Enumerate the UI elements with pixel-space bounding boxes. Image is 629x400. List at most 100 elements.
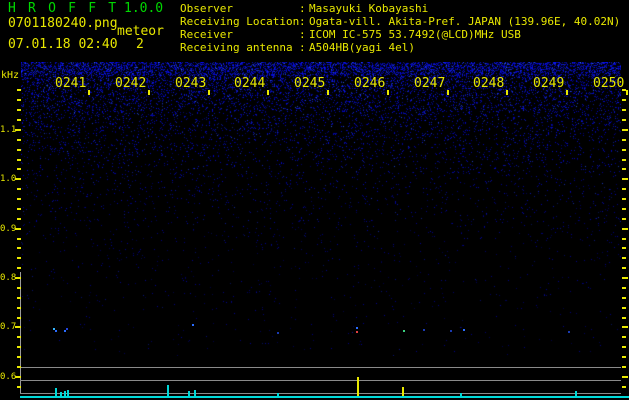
signal-level-gridline: [20, 393, 621, 394]
freq-major-tick-right: [622, 376, 628, 378]
freq-minor-tick-right: [622, 109, 626, 111]
freq-minor-tick: [17, 188, 21, 190]
signal-spike: [194, 390, 196, 396]
time-tick-label: 0245: [294, 76, 326, 91]
time-tick: [88, 90, 90, 95]
freq-minor-tick: [17, 386, 21, 388]
time-tick-label: 0243: [175, 76, 207, 91]
time-tick: [626, 90, 628, 95]
freq-minor-tick: [17, 99, 21, 101]
signal-spike: [575, 391, 577, 396]
time-tick: [148, 90, 150, 95]
freq-minor-tick-right: [622, 307, 626, 309]
freq-minor-tick-right: [622, 247, 626, 249]
freq-tick-label: 0.9: [0, 224, 17, 234]
freq-minor-tick-right: [622, 159, 626, 161]
meteor-signal-spike: [357, 377, 359, 396]
freq-minor-tick: [17, 238, 21, 240]
signal-level-gridline: [20, 380, 621, 381]
freq-minor-tick-right: [622, 336, 626, 338]
info-value: A504HB(yagi 4el): [309, 41, 415, 54]
info-label: Observer: [180, 2, 233, 15]
freq-minor-tick-right: [622, 149, 626, 151]
meteor-echo-marker: [64, 330, 66, 332]
info-row-location: Receiving Location : Ogata-vill. Akita-P…: [180, 16, 620, 28]
freq-minor-tick-right: [622, 119, 626, 121]
app-title: H R O F F T: [8, 1, 119, 16]
signal-spike: [67, 390, 69, 396]
info-separator: :: [299, 28, 306, 41]
axis-frame-line: [20, 272, 21, 393]
signal-spike: [188, 391, 190, 396]
freq-tick-label: 0.8: [0, 273, 17, 283]
meteor-signal-spike: [402, 387, 404, 396]
signal-spike: [55, 388, 57, 396]
freq-tick-label: 1.0: [0, 174, 17, 184]
freq-minor-tick-right: [622, 168, 626, 170]
hrofft-screen: 0241 0242 0243 0244 0245 0246 0247 0248 0249 0250…: [0, 0, 629, 400]
freq-major-tick: [15, 228, 21, 230]
freq-minor-tick: [17, 139, 21, 141]
meteor-echo-marker: [356, 331, 358, 333]
time-tick: [506, 90, 508, 95]
signal-level-baseline: [20, 396, 629, 398]
freq-major-tick: [15, 277, 21, 279]
freq-minor-tick: [17, 119, 21, 121]
time-tick: [566, 90, 568, 95]
freq-minor-tick: [17, 287, 21, 289]
freq-minor-tick: [17, 267, 21, 269]
freq-minor-tick-right: [622, 267, 626, 269]
freq-minor-tick-right: [622, 218, 626, 220]
freq-minor-tick-right: [622, 89, 626, 91]
time-tick-label: 0247: [414, 76, 446, 91]
info-separator: :: [299, 41, 306, 54]
freq-minor-tick: [17, 89, 21, 91]
time-tick-label: 0246: [354, 76, 386, 91]
freq-major-tick: [15, 129, 21, 131]
freq-minor-tick: [17, 317, 21, 319]
observation-datetime: 07.01.18 02:40: [8, 37, 118, 52]
freq-minor-tick-right: [622, 366, 626, 368]
time-tick: [208, 90, 210, 95]
freq-minor-tick-right: [622, 99, 626, 101]
time-tick: [387, 90, 389, 95]
spectrogram-noise-canvas: [21, 62, 621, 356]
signal-level-gridline: [20, 367, 621, 368]
time-tick-label: 0242: [115, 76, 147, 91]
time-tick: [267, 90, 269, 95]
freq-minor-tick: [17, 336, 21, 338]
time-tick-label: 0244: [234, 76, 266, 91]
freq-major-tick-right: [622, 129, 628, 131]
freq-minor-tick: [17, 168, 21, 170]
meteor-echo-marker: [423, 329, 425, 331]
freq-minor-tick: [17, 297, 21, 299]
time-tick: [327, 90, 329, 95]
info-row-antenna: Receiving antenna : A504HB(yagi 4el): [180, 42, 415, 54]
info-row-observer: Observer : Masayuki Kobayashi: [180, 3, 428, 15]
info-value: Masayuki Kobayashi: [309, 2, 429, 15]
info-separator: :: [299, 2, 306, 15]
info-row-receiver: Receiver : ICOM IC-575 53.7492(@LCD)MHz …: [180, 29, 521, 41]
time-tick-label: 0241: [55, 76, 87, 91]
signal-spike: [460, 393, 462, 396]
freq-major-tick-right: [622, 326, 628, 328]
time-tick-label: 0250: [593, 76, 625, 91]
info-value: Ogata-vill. Akita-Pref. JAPAN (139.96E, …: [309, 15, 621, 28]
meteor-echo-marker: [55, 330, 57, 332]
freq-major-tick: [15, 376, 21, 378]
freq-minor-tick: [17, 346, 21, 348]
freq-major-tick-right: [622, 178, 628, 180]
freq-minor-tick: [17, 159, 21, 161]
freq-axis-unit: kHz: [1, 70, 20, 81]
info-label: Receiving Location: [180, 15, 300, 28]
meteor-echo-marker: [192, 324, 194, 326]
meteor-echo-marker: [66, 328, 68, 330]
signal-spike: [167, 385, 169, 396]
freq-tick-label: 0.7: [0, 322, 17, 332]
meteor-count: 2: [136, 37, 144, 52]
signal-spike: [277, 393, 279, 396]
freq-minor-tick-right: [622, 188, 626, 190]
freq-minor-tick: [17, 109, 21, 111]
info-label: Receiver: [180, 28, 233, 41]
freq-minor-tick: [17, 198, 21, 200]
